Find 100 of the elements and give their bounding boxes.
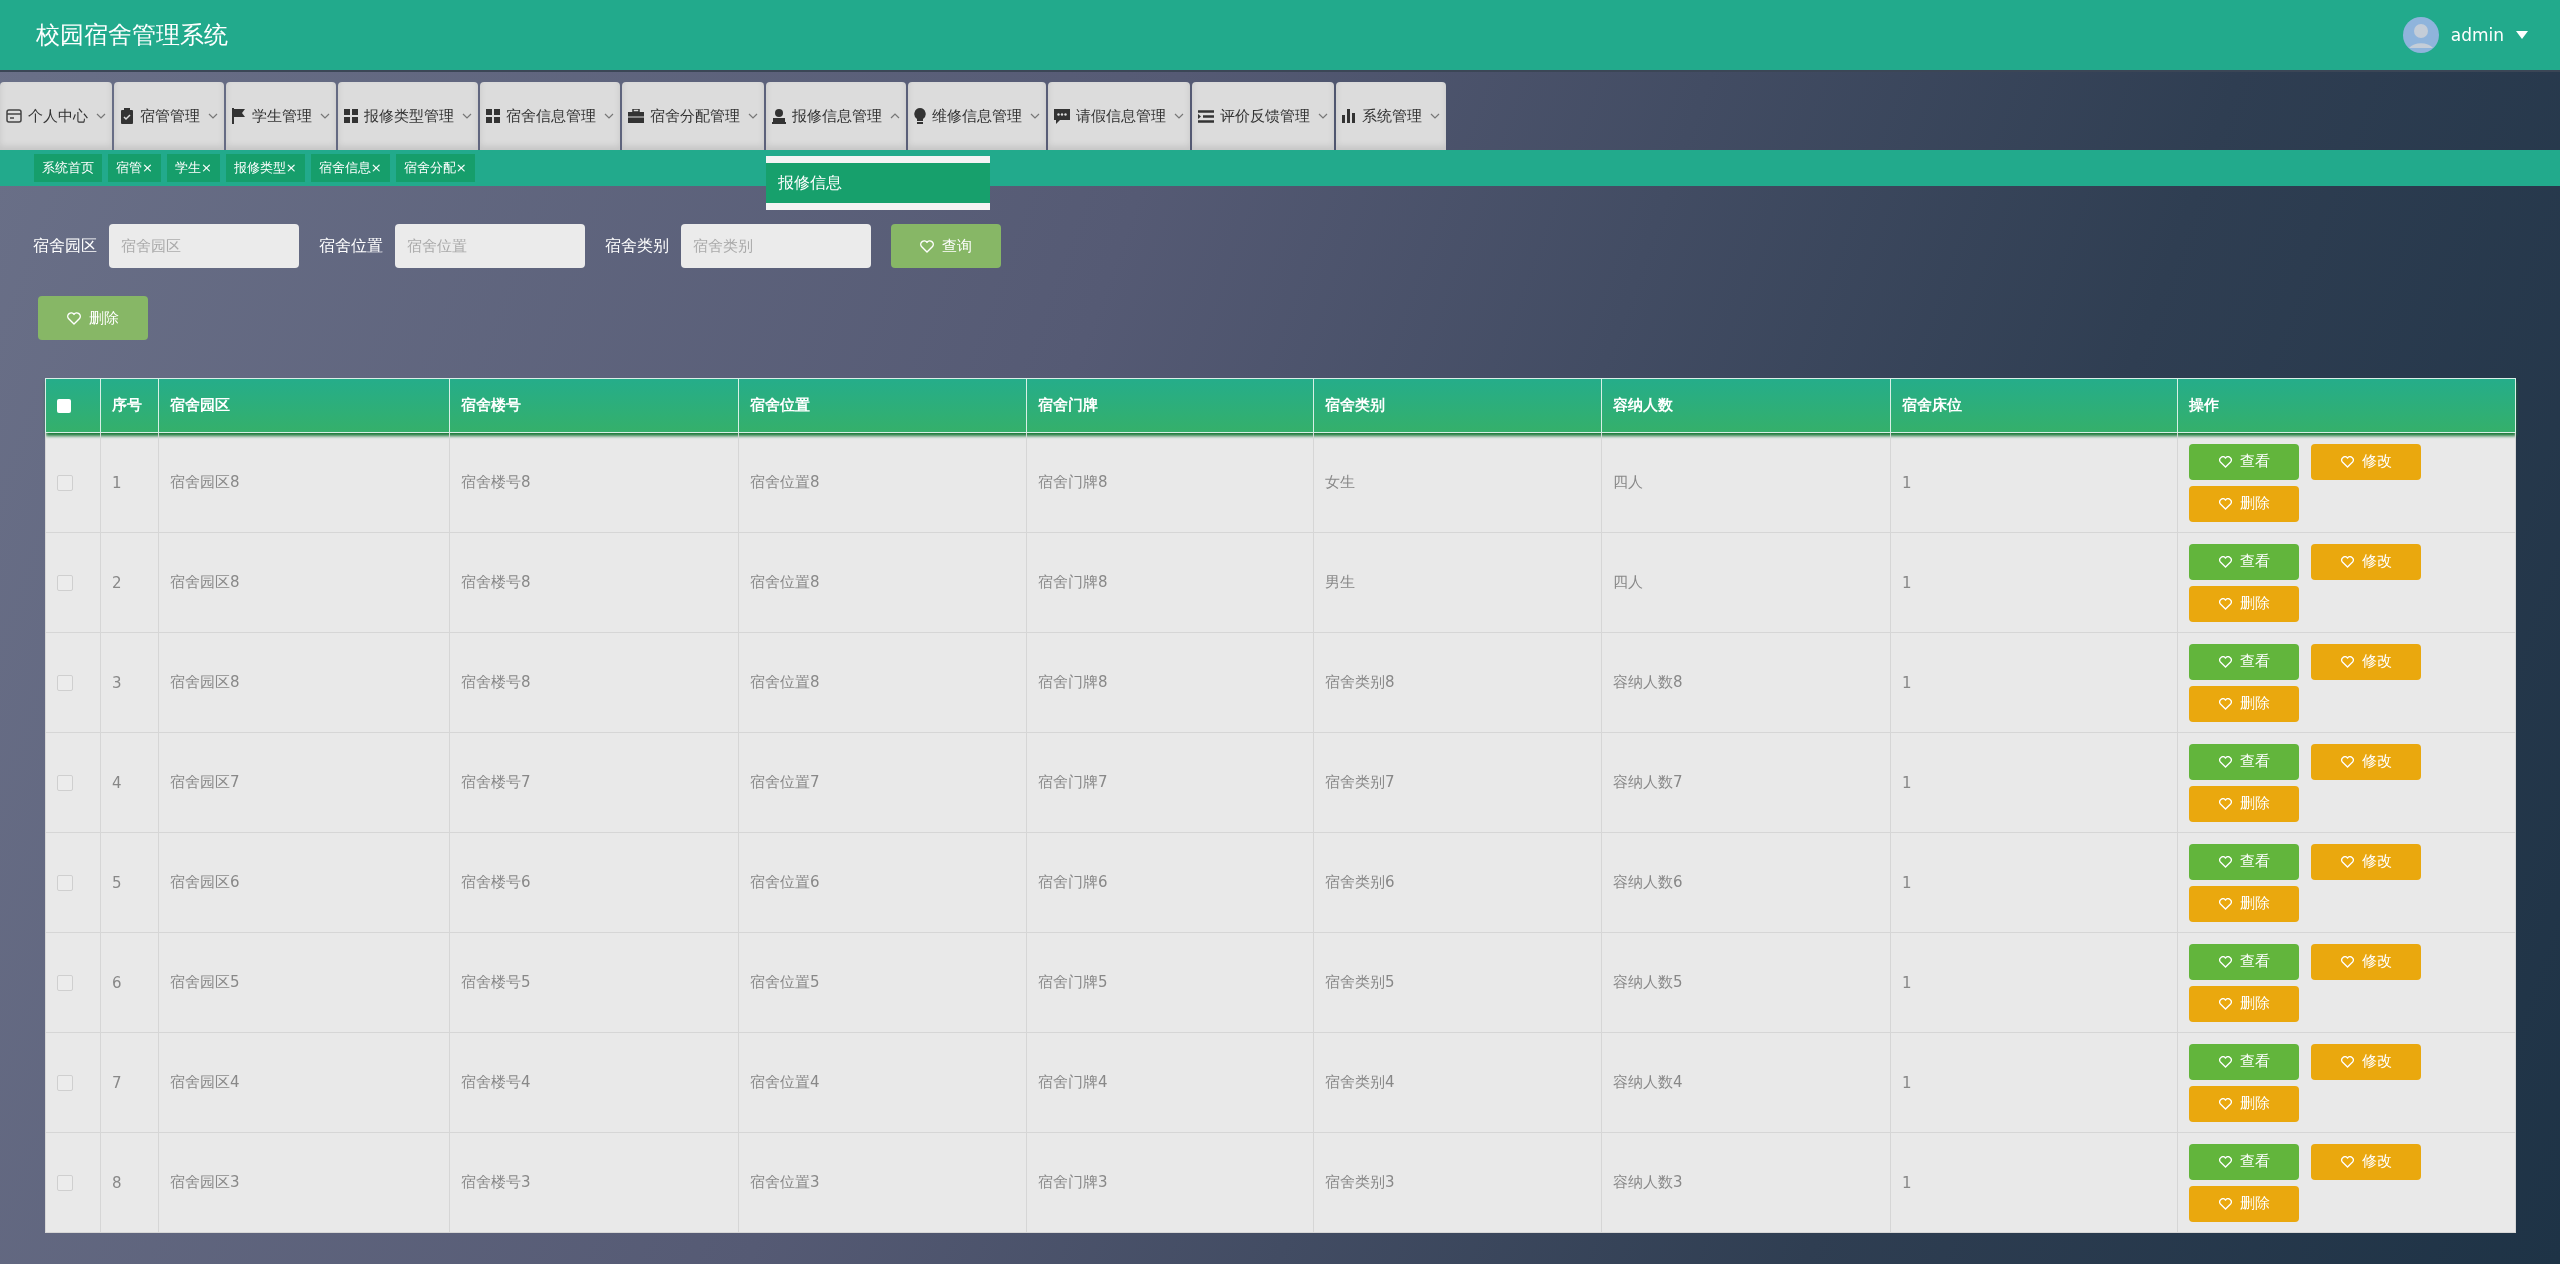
edit-button[interactable]: 修改 [2311, 1043, 2421, 1080]
table-cell: 宿舍楼号8 [461, 573, 531, 591]
table-cell: 宿舍楼号7 [461, 773, 531, 791]
table-cell: 女生 [1325, 473, 1355, 491]
search-button[interactable]: 查询 [891, 224, 1001, 268]
nav-tab[interactable]: 请假信息管理 [1048, 82, 1190, 150]
heart-icon [2218, 1097, 2232, 1110]
heart-icon [2340, 1055, 2354, 1068]
row-checkbox[interactable] [57, 574, 73, 591]
edit-button[interactable]: 修改 [2311, 643, 2421, 680]
chevron-down-icon [208, 113, 218, 119]
user-name[interactable]: admin [2450, 25, 2504, 45]
chevron-down-icon [462, 113, 472, 119]
column-header: 宿舍床位 [1902, 396, 1962, 414]
column-header: 容纳人数 [1613, 396, 1673, 414]
view-button[interactable]: 查看 [2189, 443, 2299, 480]
row-checkbox[interactable] [57, 1074, 73, 1091]
page-tag[interactable]: 报修类型× [225, 154, 305, 182]
search-field[interactable]: 宿舍位置 [395, 224, 585, 268]
view-button[interactable]: 查看 [2189, 543, 2299, 580]
select-all-checkbox[interactable] [57, 398, 71, 413]
heart-icon [2340, 1155, 2354, 1168]
caret-icon[interactable] [2516, 31, 2528, 39]
table-cell: 容纳人数5 [1613, 973, 1683, 991]
view-button[interactable]: 查看 [2189, 1143, 2299, 1180]
view-button[interactable]: 查看 [2189, 1043, 2299, 1080]
delete-button[interactable]: 删除 [2189, 1085, 2299, 1122]
table-cell: 宿舍位置4 [750, 1073, 820, 1091]
table-cell: 宿舍门牌3 [1038, 1173, 1108, 1191]
chevron-down-icon [1174, 113, 1184, 119]
edit-button[interactable]: 修改 [2311, 443, 2421, 480]
table-cell: 宿舍门牌5 [1038, 973, 1108, 991]
page-tag[interactable]: 宿管× [108, 154, 161, 182]
delete-button[interactable]: 删除 [2189, 785, 2299, 822]
row-checkbox[interactable] [57, 674, 73, 691]
view-button[interactable]: 查看 [2189, 943, 2299, 980]
nav-tab[interactable]: 学生管理 [226, 82, 336, 150]
nav-tab[interactable]: 报修信息管理 [766, 82, 906, 150]
delete-button[interactable]: 删除 [2189, 485, 2299, 522]
page-tag[interactable]: 系统首页 [34, 154, 102, 182]
nav-tab[interactable]: 报修类型管理 [338, 82, 478, 150]
heart-icon [920, 239, 934, 253]
nav-tab[interactable]: 个人中心 [0, 82, 112, 150]
heart-icon [2340, 955, 2354, 968]
heart-icon [2218, 1055, 2232, 1068]
nav-tab[interactable]: 评价反馈管理 [1192, 82, 1334, 150]
flag-icon [232, 108, 246, 124]
table-cell: 宿舍门牌4 [1038, 1073, 1108, 1091]
search-field[interactable]: 宿舍园区 [109, 224, 299, 268]
edit-button[interactable]: 修改 [2311, 543, 2421, 580]
edit-button[interactable]: 修改 [2311, 743, 2421, 780]
view-button[interactable]: 查看 [2189, 843, 2299, 880]
table-cell: 2 [112, 573, 122, 592]
heart-icon [2218, 855, 2232, 868]
delete-button[interactable]: 删除 [2189, 685, 2299, 722]
page-tag[interactable]: 宿舍分配× [395, 154, 475, 182]
row-checkbox[interactable] [57, 474, 73, 491]
clipboard-icon [120, 108, 134, 124]
heart-icon [2218, 597, 2232, 610]
row-checkbox[interactable] [57, 874, 73, 891]
avatar-icon[interactable] [2402, 17, 2439, 53]
nav-tab[interactable]: 宿舍信息管理 [480, 82, 620, 150]
table-cell: 宿舍楼号5 [461, 973, 531, 991]
edit-button[interactable]: 修改 [2311, 843, 2421, 880]
table-cell: 宿舍园区8 [170, 673, 240, 691]
menu-item[interactable]: 报修信息 [766, 163, 990, 203]
delete-button[interactable]: 删除 [2189, 985, 2299, 1022]
edit-button[interactable]: 修改 [2311, 1143, 2421, 1180]
heart-icon [2218, 897, 2232, 910]
search-field[interactable]: 宿舍类别 [681, 224, 871, 268]
table-cell: 6 [112, 973, 122, 992]
table-cell: 容纳人数6 [1613, 873, 1683, 891]
table-cell: 宿舍位置8 [750, 673, 820, 691]
table-cell: 宿舍门牌6 [1038, 873, 1108, 891]
nav-tab[interactable]: 维修信息管理 [908, 82, 1046, 150]
table-cell: 1 [1902, 1173, 1912, 1192]
delete-button[interactable]: 删除 [2189, 1185, 2299, 1222]
heart-icon [2218, 1197, 2232, 1210]
table-cell: 宿舍园区8 [170, 473, 240, 491]
table-cell: 宿舍类别6 [1325, 873, 1395, 891]
nav-tab[interactable]: 宿舍分配管理 [622, 82, 764, 150]
table-cell: 1 [1902, 473, 1912, 492]
page-tag[interactable]: 学生× [166, 154, 220, 182]
delete-button[interactable]: 删除 [2189, 885, 2299, 922]
view-button[interactable]: 查看 [2189, 743, 2299, 780]
table-cell: 宿舍园区5 [170, 973, 240, 991]
view-button[interactable]: 查看 [2189, 643, 2299, 680]
page-tag[interactable]: 宿舍信息× [310, 154, 390, 182]
row-checkbox[interactable] [57, 974, 73, 991]
delete-button[interactable]: 删除 [38, 296, 148, 340]
person-icon [772, 108, 786, 124]
row-checkbox[interactable] [57, 1174, 73, 1191]
nav-tab[interactable]: 宿管管理 [114, 82, 224, 150]
delete-button[interactable]: 删除 [2189, 585, 2299, 622]
heart-icon [2218, 755, 2232, 768]
edit-button[interactable]: 修改 [2311, 943, 2421, 980]
heart-icon [2340, 455, 2354, 468]
row-checkbox[interactable] [57, 774, 73, 791]
heart-icon [2340, 755, 2354, 768]
nav-tab[interactable]: 系统管理 [1336, 82, 1446, 150]
